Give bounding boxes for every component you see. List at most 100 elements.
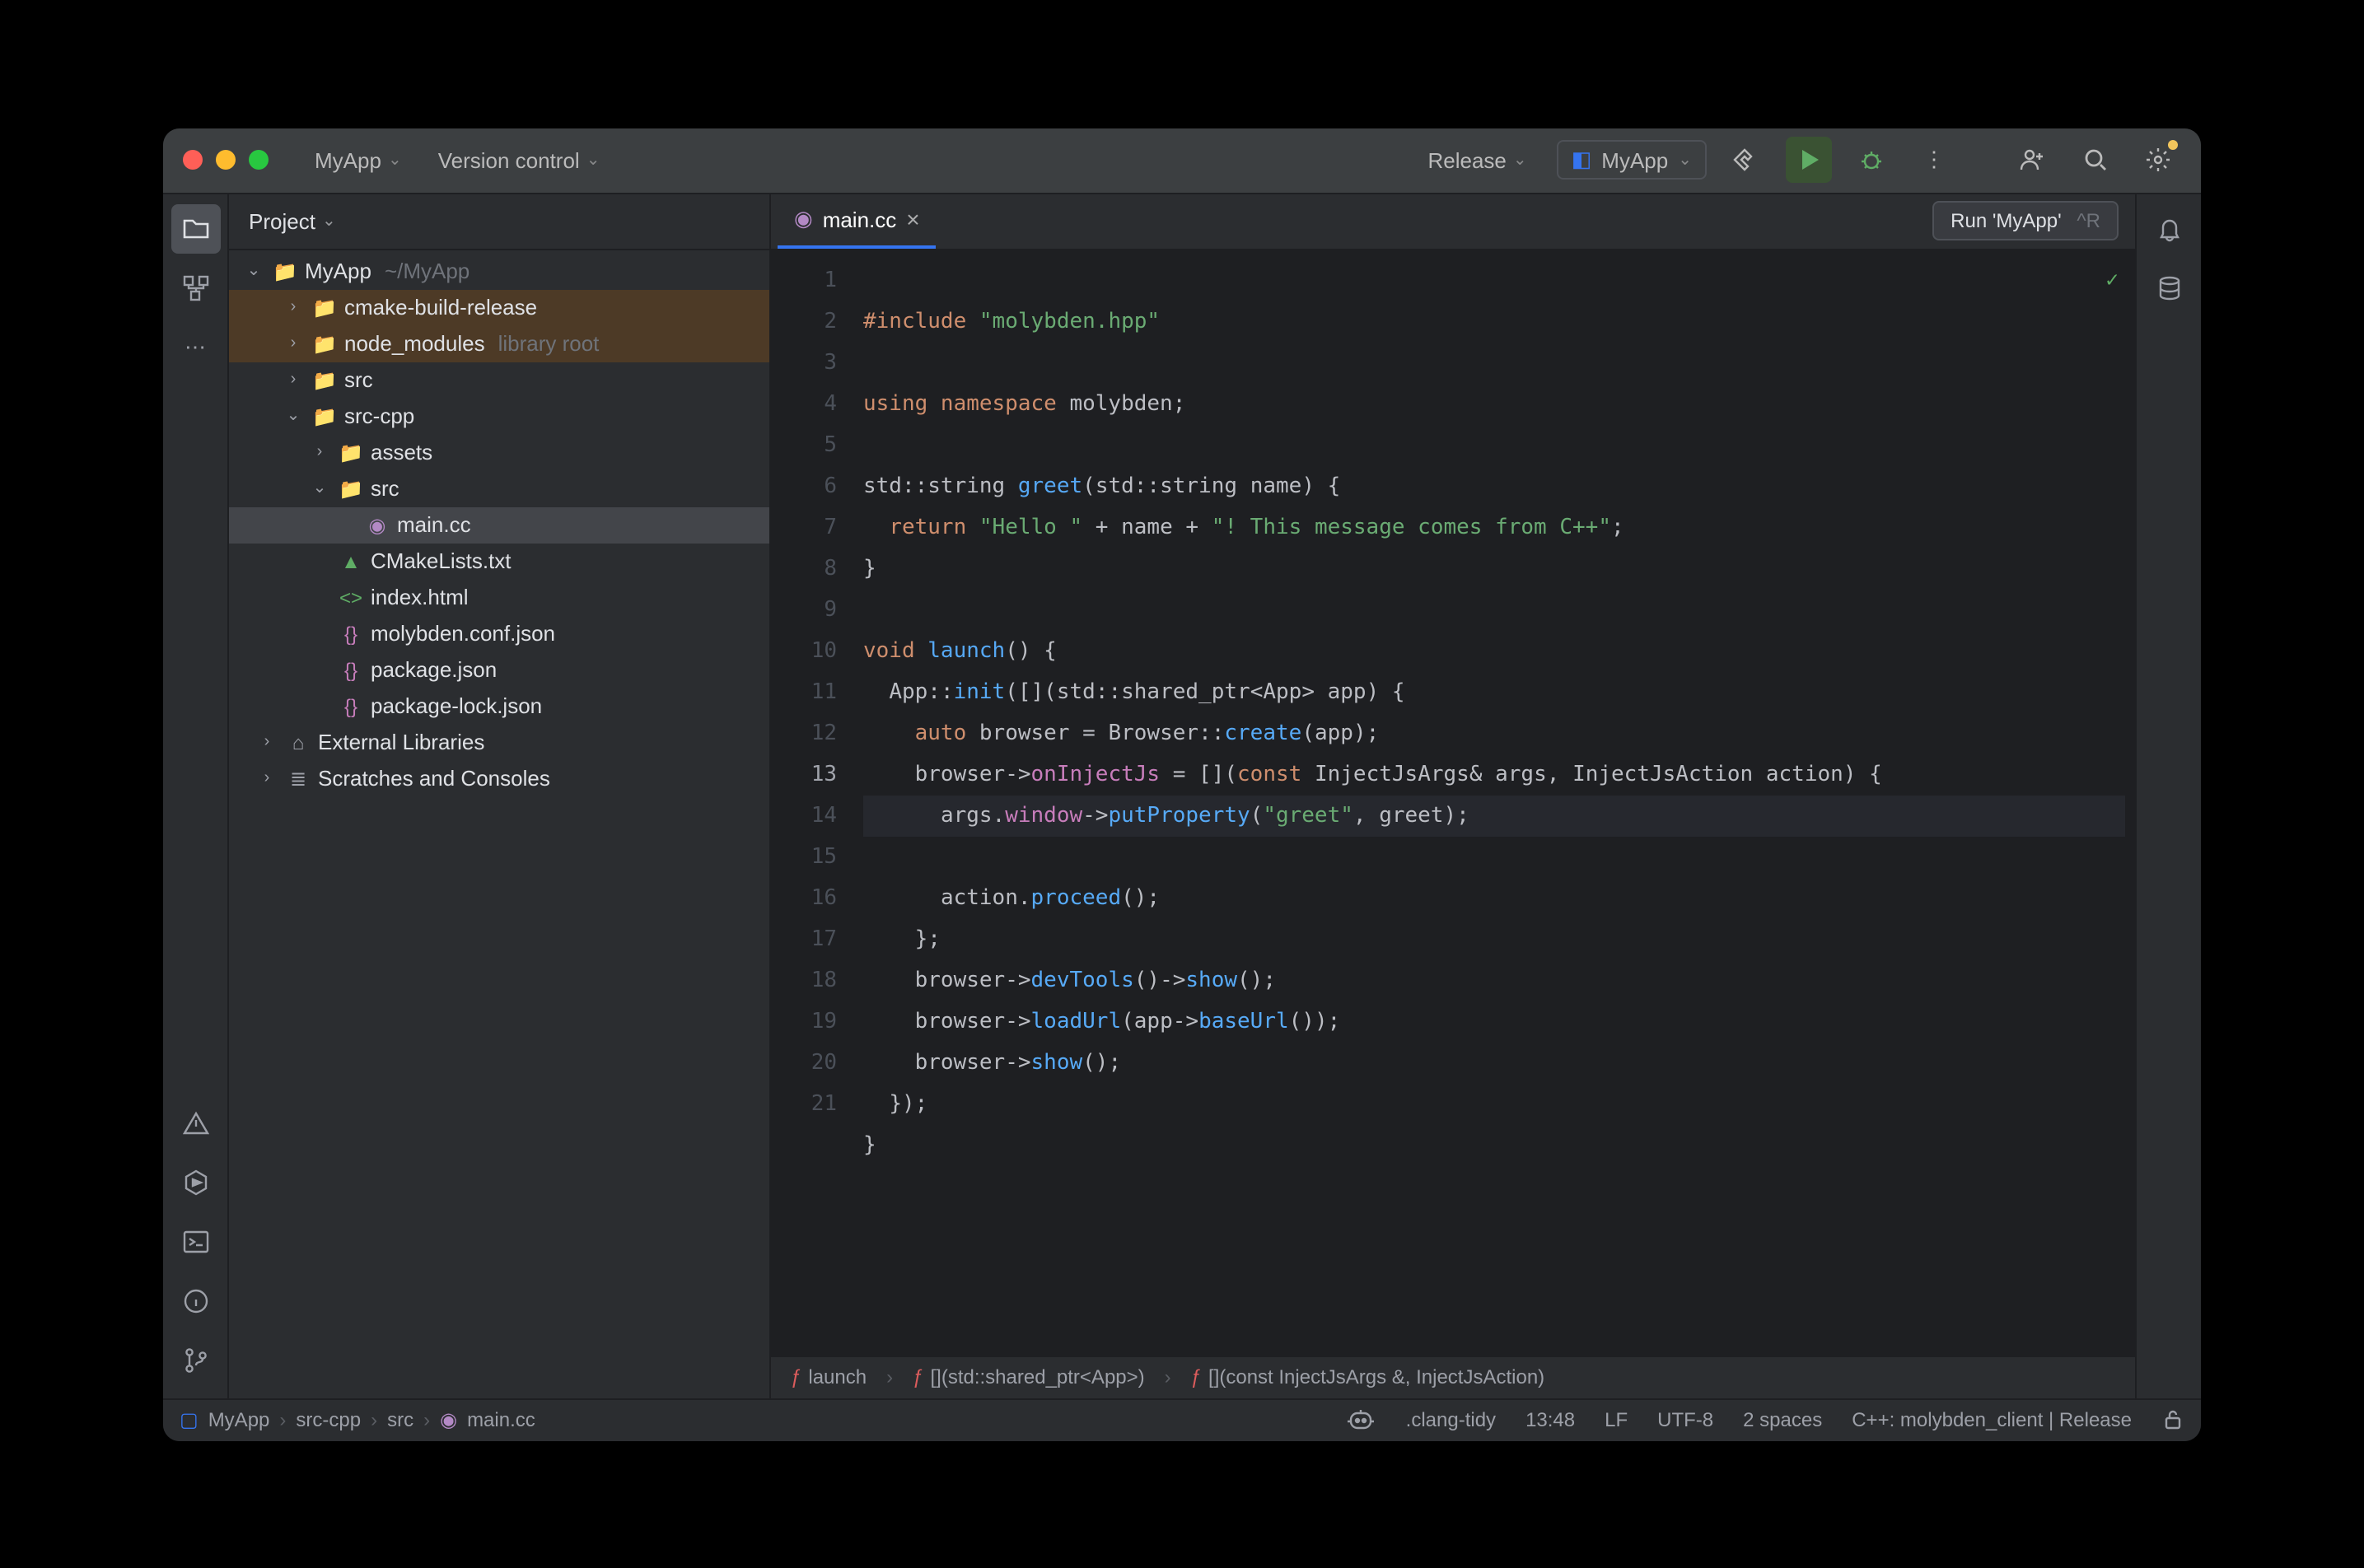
tooltip-label: Run 'MyApp' <box>1951 208 2062 231</box>
right-tool-strip <box>2135 194 2201 1398</box>
tab-label: main.cc <box>823 207 897 231</box>
vcs-tool-button[interactable] <box>171 1335 220 1384</box>
tooltip-shortcut: ^R <box>2077 208 2100 231</box>
tree-row[interactable]: ›📁src <box>229 362 769 398</box>
tree-row[interactable]: ›📁cmake-build-release <box>229 289 769 325</box>
tree-row-root[interactable]: ⌄📁MyApp~/MyApp <box>229 253 769 289</box>
function-icon: ƒ <box>791 1365 801 1388</box>
chevron-down-icon: ⌄ <box>388 151 402 169</box>
chevron-down-icon: ⌄ <box>586 151 600 169</box>
tree-row[interactable]: {}package-lock.json <box>229 688 769 724</box>
tab-main-cc[interactable]: ◉ main.cc × <box>778 194 937 248</box>
editor-breadcrumb: ƒ launch › ƒ [](std::shared_ptr<App>) › … <box>771 1355 2135 1398</box>
more-horizontal-icon: ⋯ <box>185 334 206 360</box>
code-editor[interactable]: ✓#include "molybden.hpp" using namespace… <box>853 250 2135 1355</box>
readonly-toggle[interactable] <box>2161 1408 2184 1431</box>
tree-row[interactable]: ›≣Scratches and Consoles <box>229 760 769 796</box>
terminal-tool-button[interactable] <box>171 1216 220 1266</box>
search-icon <box>2082 147 2109 173</box>
project-tool-button[interactable] <box>171 203 220 253</box>
project-panel-title[interactable]: Project ⌄ <box>249 208 336 233</box>
tree-row[interactable]: ›⌂External Libraries <box>229 724 769 760</box>
maximize-window-button[interactable] <box>249 150 269 170</box>
clang-tidy-status[interactable]: .clang-tidy <box>1406 1408 1496 1431</box>
no-problems-icon: ✓ <box>2105 259 2119 301</box>
project-menu-label: MyApp <box>315 147 381 172</box>
more-tools-button[interactable]: ⋯ <box>171 322 220 371</box>
indent-info[interactable]: 2 spaces <box>1743 1408 1822 1431</box>
project-menu[interactable]: MyApp ⌄ <box>301 141 415 179</box>
editor-tabs: ◉ main.cc × Run 'MyApp' ^R ⋮ <box>771 194 2135 250</box>
tree-arrow-icon: › <box>282 298 305 316</box>
chevron-down-icon: ⌄ <box>242 262 265 280</box>
warning-triangle-icon <box>182 1109 208 1136</box>
lock-open-icon <box>2161 1408 2184 1431</box>
folder-icon: 📁 <box>311 330 338 357</box>
function-icon: ƒ <box>913 1365 923 1388</box>
bell-icon <box>2156 215 2182 241</box>
target-square-icon: ◧ <box>1572 147 1592 173</box>
run-more-button[interactable]: ⋮ <box>1911 137 1957 183</box>
window-controls <box>183 150 269 170</box>
cpp-icon: ◉ <box>364 511 390 538</box>
run-button[interactable] <box>1786 137 1832 183</box>
module-icon: ▢ <box>180 1408 199 1431</box>
tree-row[interactable]: ◉main.cc <box>229 506 769 543</box>
close-tab-button[interactable]: × <box>906 206 919 232</box>
assist-icon[interactable] <box>1347 1408 1376 1431</box>
panel-title-label: Project <box>249 208 315 233</box>
services-tool-button[interactable] <box>171 1157 220 1206</box>
crumb-lambda-2[interactable]: ƒ [](const InjectJsArgs &, InjectJsActio… <box>1191 1365 1545 1388</box>
build-context[interactable]: C++: molybden_client | Release <box>1852 1408 2132 1431</box>
tree-row[interactable]: {}package.json <box>229 651 769 688</box>
tree-row[interactable]: ⌄📁src <box>229 470 769 506</box>
debug-button[interactable] <box>1848 137 1894 183</box>
structure-tool-button[interactable] <box>171 263 220 312</box>
folder-icon: 📁 <box>338 475 364 502</box>
problems-tool-button[interactable] <box>171 1098 220 1147</box>
json-icon: {} <box>338 656 364 683</box>
json-icon: {} <box>338 693 364 719</box>
scratch-icon: ≣ <box>285 765 311 791</box>
crumb-launch[interactable]: ƒ launch <box>791 1365 867 1388</box>
minimize-window-button[interactable] <box>216 150 236 170</box>
circle-i-icon <box>182 1287 208 1314</box>
build-button[interactable] <box>1723 137 1769 183</box>
crumb-lambda-1[interactable]: ƒ [](std::shared_ptr<App>) <box>913 1365 1145 1388</box>
gear-icon <box>2145 147 2171 173</box>
caret-position[interactable]: 13:48 <box>1525 1408 1575 1431</box>
status-path[interactable]: ▢ MyApp › src-cpp › src › ◉ main.cc <box>180 1408 535 1431</box>
database-icon <box>2156 274 2182 301</box>
build-type-select[interactable]: Release ⌄ <box>1415 141 1540 179</box>
database-button[interactable] <box>2144 263 2193 312</box>
chevron-down-icon: ⌄ <box>1513 151 1527 169</box>
inspection-tool-button[interactable] <box>171 1276 220 1325</box>
vcs-menu[interactable]: Version control ⌄ <box>425 141 614 179</box>
left-tool-strip: ⋯ <box>163 194 229 1398</box>
encoding[interactable]: UTF-8 <box>1657 1408 1713 1431</box>
settings-button[interactable] <box>2135 137 2181 183</box>
folder-icon: 📁 <box>311 294 338 320</box>
tree-row[interactable]: ›📁assets <box>229 434 769 470</box>
tree-arrow-icon: › <box>308 443 331 461</box>
search-everywhere-button[interactable] <box>2072 137 2119 183</box>
tree-row[interactable]: <>index.html <box>229 579 769 615</box>
more-vertical-icon: ⋮ <box>1923 147 1945 173</box>
lib-icon: ⌂ <box>285 729 311 755</box>
notifications-button[interactable] <box>2144 203 2193 253</box>
folder-icon: 📁 <box>338 439 364 465</box>
notification-dot <box>2168 140 2178 150</box>
line-separator[interactable]: LF <box>1605 1408 1628 1431</box>
editor-gutter: 123456789101112131415161718192021 <box>771 250 853 1355</box>
tree-arrow-icon: ⌄ <box>282 407 305 425</box>
tree-row[interactable]: {}molybden.conf.json <box>229 615 769 651</box>
tree-row[interactable]: ›📁node_moduleslibrary root <box>229 325 769 362</box>
tree-row[interactable]: ▲CMakeLists.txt <box>229 543 769 579</box>
project-panel: Project ⌄ ⌄📁MyApp~/MyApp›📁cmake-build-re… <box>229 194 771 1398</box>
close-window-button[interactable] <box>183 150 203 170</box>
project-tree[interactable]: ⌄📁MyApp~/MyApp›📁cmake-build-release›📁nod… <box>229 250 769 1398</box>
tree-row[interactable]: ⌄📁src-cpp <box>229 398 769 434</box>
run-config-label: MyApp <box>1601 147 1668 172</box>
code-with-me-button[interactable] <box>2010 137 2056 183</box>
run-config-select[interactable]: ◧ MyApp ⌄ <box>1557 140 1707 180</box>
